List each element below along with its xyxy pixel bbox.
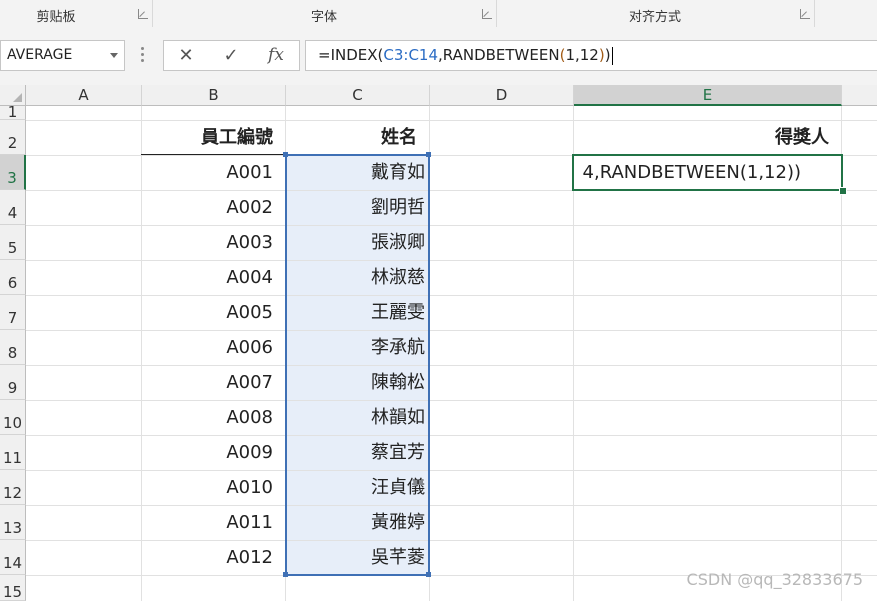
header-employee-id[interactable]: 員工編號 — [142, 120, 285, 155]
cell-employee-id[interactable]: A011 — [142, 505, 285, 540]
row-header-9[interactable]: 9 — [0, 365, 26, 400]
column-header-b[interactable]: B — [142, 85, 286, 106]
dialog-launcher-icon[interactable] — [800, 9, 810, 19]
cell-employee-id[interactable]: A012 — [142, 540, 285, 575]
row-header-15[interactable]: 15 — [0, 575, 26, 601]
cancel-icon[interactable]: ✕ — [166, 41, 206, 70]
ribbon-group-clipboard: 剪贴板 — [0, 0, 153, 27]
cell-employee-id[interactable]: A004 — [142, 260, 285, 295]
column-header-d[interactable]: D — [430, 85, 574, 106]
row-header-3[interactable]: 3 — [0, 155, 26, 190]
row-header-5[interactable]: 5 — [0, 225, 26, 260]
row-header-7[interactable]: 7 — [0, 295, 26, 330]
cell-employee-id[interactable]: A010 — [142, 470, 285, 505]
cell-employee-id[interactable]: A007 — [142, 365, 285, 400]
range-handle[interactable] — [426, 152, 431, 157]
chevron-down-icon[interactable] — [110, 53, 118, 58]
name-box[interactable]: AVERAGE — [0, 40, 125, 71]
row-header-14[interactable]: 14 — [0, 540, 26, 575]
enter-icon[interactable]: ✓ — [211, 41, 251, 70]
name-box-value: AVERAGE — [7, 47, 73, 63]
row-header-4[interactable]: 4 — [0, 190, 26, 225]
range-selection-border — [285, 154, 430, 576]
range-handle[interactable] — [283, 572, 288, 577]
row-header-13[interactable]: 13 — [0, 505, 26, 540]
formula-buttons: ✕ ✓ fx — [163, 40, 300, 71]
formula-text: ,RANDBETWEEN — [438, 46, 560, 64]
fill-handle[interactable] — [839, 187, 847, 195]
cell-edit-text: 4,RANDBETWEEN(1,12)) — [582, 162, 801, 183]
cell-employee-id[interactable]: A002 — [142, 190, 285, 225]
ribbon-group-label: 剪贴板 — [36, 10, 76, 25]
ribbon-group-alignment: 对齐方式 — [496, 0, 815, 27]
column-header-a[interactable]: A — [26, 85, 142, 106]
column-header-e[interactable]: E — [574, 85, 842, 106]
column-header-f[interactable] — [842, 85, 877, 106]
row-header-6[interactable]: 6 — [0, 260, 26, 295]
row-header-10[interactable]: 10 — [0, 400, 26, 435]
header-name[interactable]: 姓名 — [286, 120, 429, 155]
cell-employee-id[interactable]: A003 — [142, 225, 285, 260]
drag-handle-icon[interactable] — [141, 47, 145, 65]
text-caret — [611, 46, 613, 65]
dialog-launcher-icon[interactable] — [482, 9, 492, 19]
row-header-1[interactable]: 1 — [0, 103, 26, 121]
formula-text: ) — [604, 46, 611, 64]
cell-employee-id[interactable]: A008 — [142, 400, 285, 435]
range-handle[interactable] — [283, 152, 288, 157]
ribbon-group-font: 字体 — [152, 0, 497, 27]
formula-input[interactable]: =INDEX(C3:C14,RANDBETWEEN(1,12)) — [305, 40, 877, 71]
cell-employee-id[interactable]: A001 — [142, 155, 285, 190]
formula-text: 1,12 — [565, 46, 599, 64]
insert-function-icon[interactable]: fx — [256, 41, 296, 70]
row-header-11[interactable]: 11 — [0, 435, 26, 470]
row-header-12[interactable]: 12 — [0, 470, 26, 505]
ribbon-group-label: 字体 — [310, 10, 337, 25]
formula-range-ref: C3:C14 — [383, 46, 439, 64]
cell-employee-id[interactable]: A009 — [142, 435, 285, 470]
active-cell-e3[interactable]: 4,RANDBETWEEN(1,12)) — [572, 154, 843, 191]
formula-text: =INDEX( — [318, 46, 384, 64]
row-header-2[interactable]: 2 — [0, 120, 26, 155]
ribbon-group-label: 对齐方式 — [628, 10, 681, 25]
row-header-8[interactable]: 8 — [0, 330, 26, 365]
dialog-launcher-icon[interactable] — [138, 9, 148, 19]
cell-employee-id[interactable]: A006 — [142, 330, 285, 365]
header-winner[interactable]: 得獎人 — [574, 120, 841, 155]
watermark: CSDN @qq_32833675 — [686, 570, 863, 589]
column-header-c[interactable]: C — [286, 85, 430, 106]
cell-employee-id[interactable]: A005 — [142, 295, 285, 330]
range-handle[interactable] — [426, 572, 431, 577]
ribbon-group-bar: 剪贴板 字体 对齐方式 — [0, 0, 877, 28]
